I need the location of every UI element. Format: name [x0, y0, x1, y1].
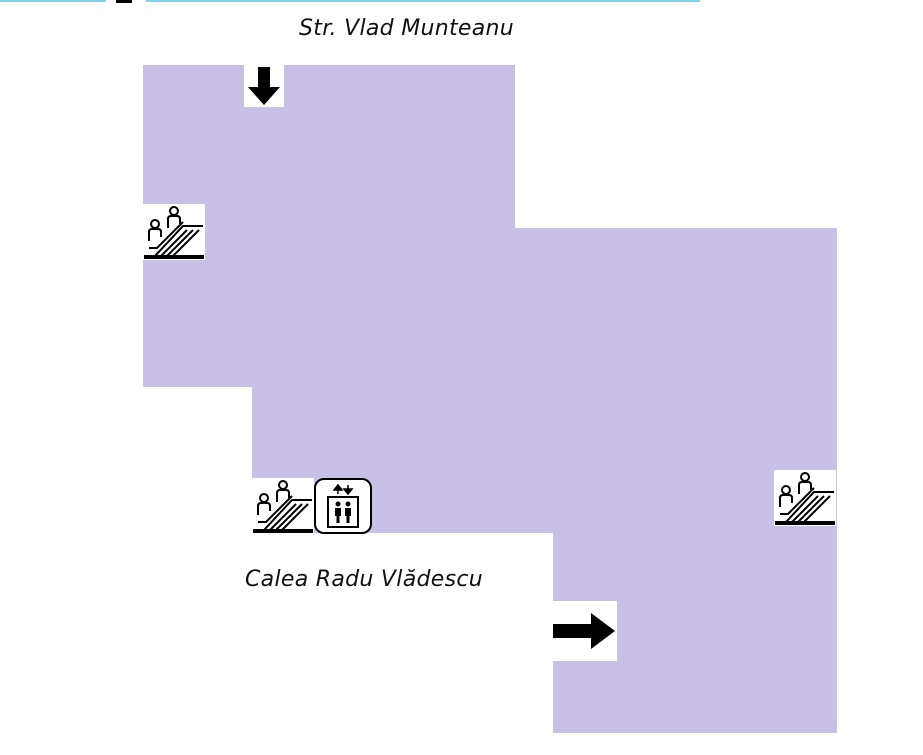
- escalator-icon: [253, 480, 313, 533]
- entrance-right[interactable]: [551, 601, 617, 661]
- elevator-icon: [314, 478, 372, 534]
- arrow-down-icon: [248, 67, 280, 105]
- elevator[interactable]: [314, 478, 372, 534]
- floor-area: [143, 65, 837, 733]
- escalator-icon: [144, 206, 204, 259]
- arrow-right-icon: [553, 613, 615, 649]
- escalator-east[interactable]: [774, 470, 836, 526]
- escalator-west[interactable]: [143, 204, 205, 260]
- escalator-south[interactable]: [252, 478, 314, 534]
- escalator-icon: [775, 472, 835, 525]
- street-label-top: Str. Vlad Munteanu: [299, 16, 515, 41]
- entrance-top[interactable]: [244, 65, 284, 107]
- floor-plan: [143, 65, 837, 733]
- street-label-bottom: Calea Radu Vlădescu: [245, 567, 483, 592]
